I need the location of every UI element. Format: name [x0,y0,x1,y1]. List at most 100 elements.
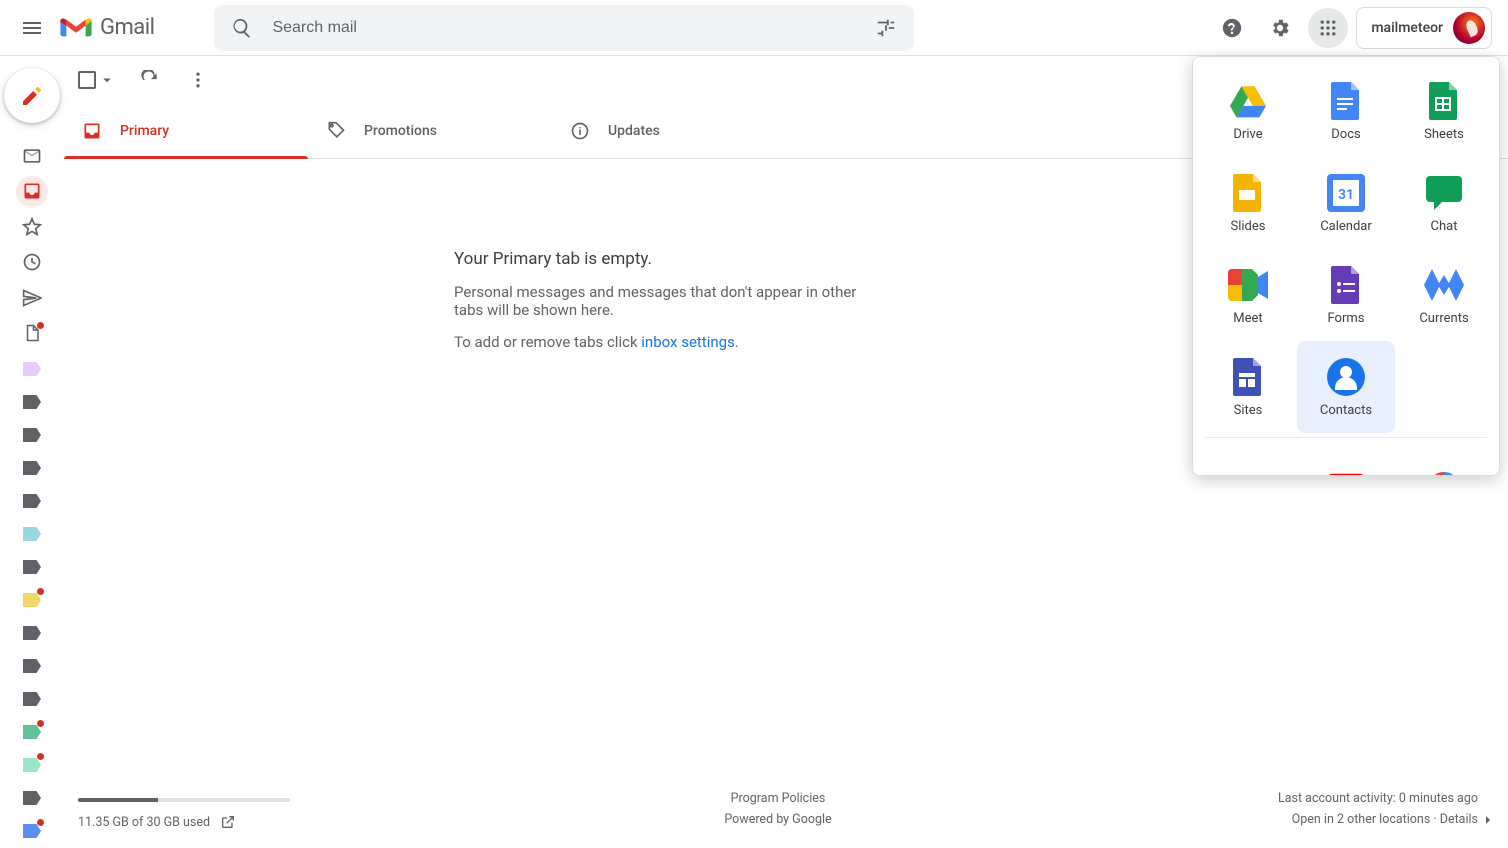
search-options-button[interactable] [866,8,906,48]
nav-rail [0,56,64,848]
meet-icon [1228,269,1268,301]
star-icon [22,217,42,237]
checkbox-icon [78,71,96,89]
rail-drafts[interactable] [16,318,48,349]
rail-label[interactable] [16,650,48,682]
settings-button[interactable] [1260,8,1300,48]
app-sites[interactable]: Sites [1199,341,1297,433]
unread-dot [37,753,44,760]
tab-primary[interactable]: Primary [64,104,308,158]
search-bar[interactable] [214,5,914,51]
app-forms[interactable]: Forms [1297,249,1395,341]
app-groups[interactable] [1199,442,1297,476]
rail-label[interactable] [16,485,48,517]
rail-snoozed[interactable] [16,247,48,278]
rail-label[interactable] [16,584,48,616]
support-button[interactable] [1212,8,1252,48]
gmail-logo[interactable]: Gmail [60,15,154,40]
contacts-icon [1327,358,1365,396]
app-youtube[interactable] [1297,442,1395,476]
tag-icon [326,121,346,141]
rail-label[interactable] [16,782,48,814]
unread-dot [37,819,44,826]
drive-icon [1228,83,1268,119]
app-calendar[interactable]: 31 Calendar [1297,157,1395,249]
clock-icon [22,252,42,272]
hamburger-icon [20,16,44,40]
rail-label[interactable] [16,386,48,418]
account-switcher[interactable]: mailmeteor [1356,7,1492,49]
rail-label[interactable] [16,452,48,484]
details-link[interactable]: Details [1440,812,1478,827]
rail-label[interactable] [16,551,48,583]
tab-label: Updates [608,123,660,139]
rail-label[interactable] [16,419,48,451]
activity-text: Last account activity: 0 minutes ago [1011,788,1478,809]
main-menu-button[interactable] [8,4,56,52]
rail-label[interactable] [16,683,48,715]
google-apps-menu: Drive Docs Sheets Slides 31 Calendar [1192,56,1500,476]
program-policies-link[interactable]: Program Policies [731,791,826,806]
empty-title: Your Primary tab is empty. [454,249,864,269]
app-docs[interactable]: Docs [1297,65,1395,157]
storage-text: 11.35 GB of 30 GB used [78,815,210,830]
google-apps-button[interactable] [1308,8,1348,48]
inbox-tray-icon [82,121,102,141]
select-all[interactable] [78,71,116,89]
tab-promotions[interactable]: Promotions [308,104,552,158]
unread-dot [37,720,44,727]
tune-icon [875,17,897,39]
info-icon [570,121,590,141]
app-contacts[interactable]: Contacts [1297,341,1395,433]
rail-label[interactable] [16,353,48,385]
currents-icon [1424,269,1464,301]
tab-updates[interactable]: Updates [552,104,796,158]
logo-text: Gmail [100,15,154,40]
app-maps[interactable] [1395,442,1493,476]
app-chat[interactable]: Chat [1395,157,1493,249]
app-header: Gmail mailmeteor [0,0,1508,56]
rail-label[interactable] [16,716,48,748]
gmail-logo-icon [60,16,92,40]
more-button[interactable] [184,66,212,94]
search-input[interactable] [270,18,858,38]
tab-label: Promotions [364,123,437,139]
rail-label[interactable] [16,815,48,847]
open-in-new-icon[interactable] [220,814,236,830]
unread-dot [37,322,44,329]
rail-sent[interactable] [16,282,48,313]
rail-primary[interactable] [16,176,48,207]
powered-by: Powered by Google [545,809,1012,830]
rail-label[interactable] [16,518,48,550]
chevron-right-icon[interactable] [1480,812,1496,828]
rail-inbox[interactable] [16,140,48,171]
refresh-icon [140,70,160,90]
rail-starred[interactable] [16,211,48,242]
app-slides[interactable]: Slides [1199,157,1297,249]
account-name: mailmeteor [1371,20,1443,36]
unread-dot [37,588,44,595]
footer: 11.35 GB of 30 GB used Program Policies … [64,782,1508,848]
apps-grid-icon [1318,18,1338,38]
main-content: Primary Promotions Updates Your Primary … [64,56,1508,848]
sites-icon [1233,358,1263,396]
rail-label[interactable] [16,749,48,781]
search-icon [231,17,253,39]
app-meet[interactable]: Meet [1199,249,1297,341]
app-drive[interactable]: Drive [1199,65,1297,157]
gear-icon [1269,17,1291,39]
compose-button[interactable] [4,68,60,123]
calendar-icon: 31 [1327,174,1365,212]
sheets-icon [1429,82,1459,120]
avatar [1453,12,1485,44]
app-currents[interactable]: Currents [1395,249,1493,341]
inbox-settings-link[interactable]: inbox settings [641,333,735,351]
slides-icon [1233,174,1263,212]
chat-icon [1426,176,1462,210]
refresh-button[interactable] [136,66,164,94]
docs-icon [1331,82,1361,120]
search-button[interactable] [222,8,262,48]
app-sheets[interactable]: Sheets [1395,65,1493,157]
rail-label[interactable] [16,617,48,649]
empty-subtitle: Personal messages and messages that don'… [454,283,864,319]
